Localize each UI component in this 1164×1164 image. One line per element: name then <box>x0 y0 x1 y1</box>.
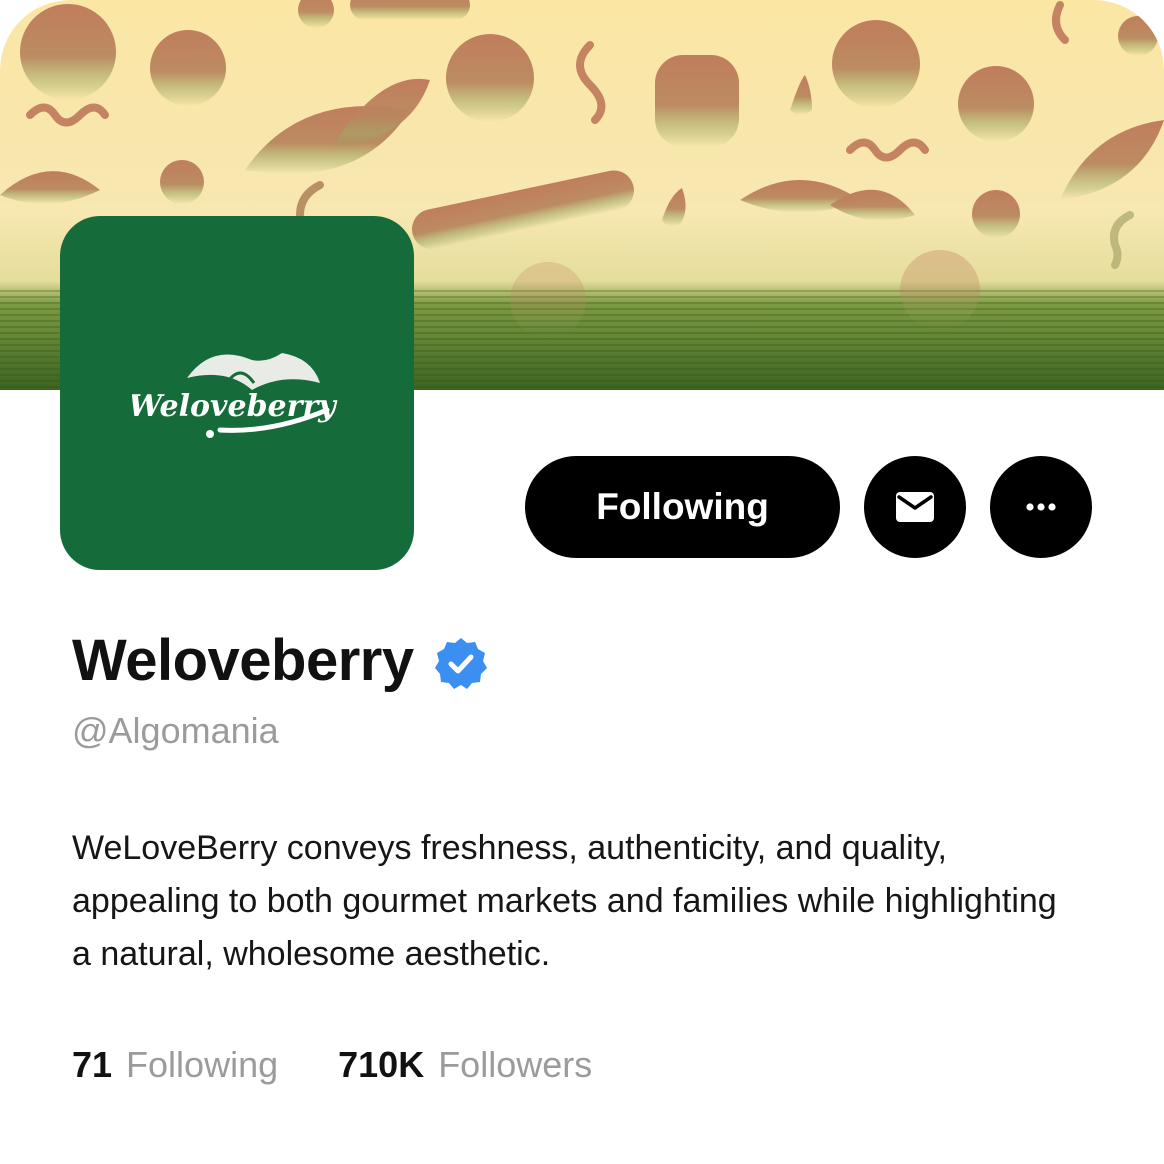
name-row: Weloveberry <box>72 620 488 700</box>
more-horizontal-icon <box>1026 503 1056 511</box>
weloveberry-logo: Weloveberry <box>132 353 338 438</box>
profile-stats: 71 Following 710K Followers <box>72 1044 592 1086</box>
user-handle: @Algomania <box>72 710 279 751</box>
followers-count[interactable]: 710K <box>338 1044 424 1086</box>
following-button[interactable]: Following <box>525 456 840 558</box>
mail-icon <box>896 492 934 522</box>
following-count[interactable]: 71 <box>72 1044 112 1086</box>
profile-card: Weloveberry Following Weloveberry @Algom… <box>0 0 1164 1164</box>
followers-label[interactable]: Followers <box>438 1044 592 1086</box>
message-button[interactable] <box>864 456 966 558</box>
verified-badge-icon <box>434 638 487 689</box>
display-name: Weloveberry <box>72 627 414 693</box>
more-options-button[interactable] <box>990 456 1092 558</box>
profile-bio: WeLoveBerry conveys freshness, authentic… <box>72 829 1057 973</box>
profile-avatar[interactable]: Weloveberry <box>60 216 414 570</box>
following-label[interactable]: Following <box>126 1044 278 1086</box>
